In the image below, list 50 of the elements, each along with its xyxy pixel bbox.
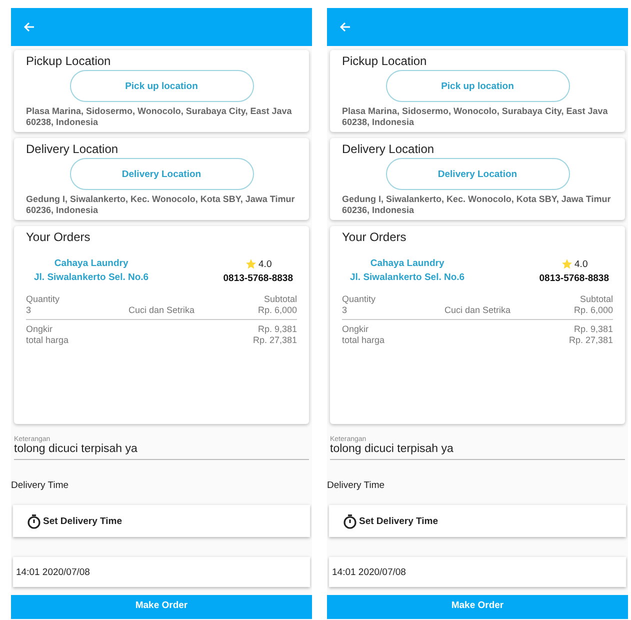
total-label: total harga <box>342 335 386 346</box>
quantity-value: 3 <box>26 305 32 316</box>
total-value: Rp. 27,381 <box>252 335 297 346</box>
rating-text: 4.0 <box>574 258 588 270</box>
address-text: Gedung I, Siwalankerto, Kec. Wonocolo, Kota SBY, Jawa Timur 60236, Indonesia <box>342 194 612 216</box>
phone-number: 0813-5768-8838 <box>539 273 609 284</box>
subtotal-value: Rp. 6,000 <box>572 305 613 316</box>
shipping-value: Rp. 9,381 <box>572 324 613 335</box>
rating-text: 4.0 <box>258 258 272 270</box>
laundry-address: Jl. Siwalankerto Sel. No.6 <box>350 272 465 283</box>
section-title: Pickup Location <box>342 54 428 68</box>
field-value: tolong dicuci terpisah ya <box>330 443 454 455</box>
subtotal-label: Subtotal <box>578 294 613 305</box>
quantity-label: Quantity <box>342 294 377 305</box>
quantity-value: 3 <box>342 305 348 316</box>
shipping-label: Ongkir <box>26 324 54 335</box>
laundry-name: Cahaya Laundry <box>54 258 128 269</box>
shipping-label: Ongkir <box>342 324 370 335</box>
laundry-address: Jl. Siwalankerto Sel. No.6 <box>34 272 149 283</box>
service-name: Cuci dan Setrika <box>443 305 512 316</box>
datetime-field[interactable]: 14:01 2020/07/08 <box>329 557 626 587</box>
back-arrow-icon[interactable] <box>23 21 35 33</box>
back-arrow-icon[interactable] <box>339 21 351 33</box>
subtotal-value: Rp. 6,000 <box>256 305 297 316</box>
total-value: Rp. 27,381 <box>568 335 613 346</box>
subtotal-label: Subtotal <box>262 294 297 305</box>
phone-number: 0813-5768-8838 <box>223 273 293 284</box>
quantity-label: Quantity <box>26 294 61 305</box>
total-label: total harga <box>26 335 70 346</box>
section-title: Delivery Location <box>26 142 120 156</box>
star-icon <box>244 258 257 270</box>
shipping-value: Rp. 9,381 <box>256 324 297 335</box>
address-text: Plasa Marina, Sidosermo, Wonocolo, Surabaya City, East Java 60238, Indonesia <box>26 106 293 128</box>
set-time-button[interactable]: Set Delivery Time <box>13 505 310 537</box>
delivery-time-label: Delivery Time <box>327 480 386 491</box>
stopwatch-icon <box>343 514 357 528</box>
set-time-button[interactable]: Set Delivery Time <box>329 505 626 537</box>
field-value: tolong dicuci terpisah ya <box>14 443 138 455</box>
address-text: Gedung I, Siwalankerto, Kec. Wonocolo, Kota SBY, Jawa Timur 60236, Indonesia <box>26 194 296 216</box>
star-icon <box>560 258 573 270</box>
section-title: Your Orders <box>26 230 92 244</box>
datetime-field[interactable]: 14:01 2020/07/08 <box>13 557 310 587</box>
section-title: Pickup Location <box>26 54 112 68</box>
address-text: Plasa Marina, Sidosermo, Wonocolo, Surabaya City, East Java 60238, Indonesia <box>342 106 609 128</box>
section-title: Delivery Location <box>342 142 436 156</box>
laundry-name: Cahaya Laundry <box>370 258 444 269</box>
section-title: Your Orders <box>342 230 408 244</box>
delivery-time-label: Delivery Time <box>11 480 70 491</box>
service-name: Cuci dan Setrika <box>127 305 196 316</box>
stopwatch-icon <box>27 514 41 528</box>
